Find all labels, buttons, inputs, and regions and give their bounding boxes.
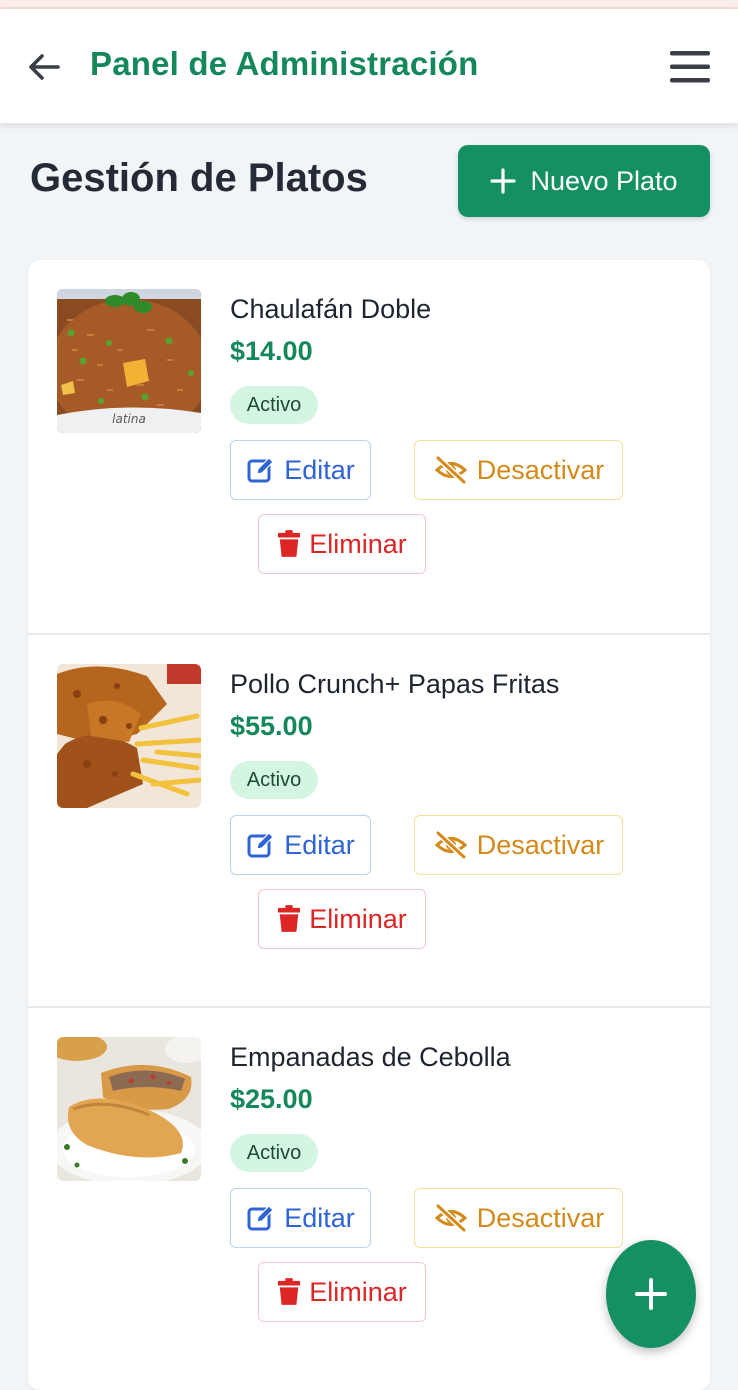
trash-icon	[278, 530, 301, 557]
deactivate-label: Desactivar	[476, 454, 605, 485]
fried-chicken-fries-photo	[57, 664, 201, 808]
new-dish-button[interactable]: Nuevo Plato	[458, 145, 710, 217]
empanadas-photo	[57, 1037, 201, 1181]
eye-slash-icon	[434, 455, 467, 485]
back-button[interactable]	[24, 47, 64, 87]
edit-label: Editar	[284, 454, 355, 485]
dish-card: Pollo Crunch+ Papas Fritas $55.00 Activo…	[28, 633, 710, 1007]
new-dish-label: Nuevo Plato	[530, 165, 678, 196]
app-title: Panel de Administración	[90, 45, 479, 82]
dish-card: latina Chaulafán Doble $14.00 Activo Edi…	[28, 260, 710, 634]
edit-icon	[247, 832, 275, 858]
edit-label: Editar	[284, 829, 355, 860]
menu-button[interactable]	[668, 47, 712, 87]
edit-icon	[247, 457, 275, 483]
edit-button[interactable]: Editar	[230, 440, 371, 500]
dish-price: $55.00	[230, 711, 313, 741]
deactivate-button[interactable]: Desactivar	[414, 440, 623, 500]
delete-label: Eliminar	[309, 1276, 407, 1307]
plus-icon	[635, 1278, 667, 1310]
page-title: Gestión de Platos	[30, 156, 368, 200]
eye-slash-icon	[434, 1203, 467, 1233]
delete-button[interactable]: Eliminar	[258, 1262, 426, 1322]
trash-icon	[278, 1278, 301, 1305]
dish-image	[57, 664, 201, 808]
edit-label: Editar	[284, 1202, 355, 1233]
delete-button[interactable]: Eliminar	[258, 514, 426, 574]
edit-icon	[247, 1205, 275, 1231]
add-dish-fab[interactable]	[606, 1240, 696, 1348]
dish-image: latina	[57, 289, 201, 433]
dish-price: $14.00	[230, 336, 313, 366]
eye-slash-icon	[434, 830, 467, 860]
status-badge: Activo	[230, 386, 318, 424]
app-header: Panel de Administración	[0, 9, 738, 123]
dish-name: Empanadas de Cebolla	[230, 1042, 511, 1072]
edit-button[interactable]: Editar	[230, 815, 371, 875]
deactivate-button[interactable]: Desactivar	[414, 815, 623, 875]
delete-label: Eliminar	[309, 903, 407, 934]
dish-price: $25.00	[230, 1084, 313, 1114]
delete-button[interactable]: Eliminar	[258, 889, 426, 949]
deactivate-label: Desactivar	[476, 829, 605, 860]
hamburger-menu-icon	[670, 51, 710, 83]
deactivate-label: Desactivar	[476, 1202, 605, 1233]
dish-card: Empanadas de Cebolla $25.00 Activo Edita…	[28, 1006, 710, 1380]
deactivate-button[interactable]: Desactivar	[414, 1188, 623, 1248]
status-badge: Activo	[230, 761, 318, 799]
status-strip	[0, 0, 738, 9]
edit-button[interactable]: Editar	[230, 1188, 371, 1248]
arrow-left-icon	[29, 54, 60, 80]
trash-icon	[278, 905, 301, 932]
dish-name: Chaulafán Doble	[230, 294, 432, 324]
svg-text:latina: latina	[112, 412, 146, 426]
dish-image	[57, 1037, 201, 1181]
dish-name: Pollo Crunch+ Papas Fritas	[230, 669, 560, 699]
status-badge: Activo	[230, 1134, 318, 1172]
dish-list: latina Chaulafán Doble $14.00 Activo Edi…	[28, 260, 710, 1390]
plus-icon	[490, 168, 517, 194]
fried-rice-photo: latina	[57, 289, 201, 433]
delete-label: Eliminar	[309, 528, 407, 559]
